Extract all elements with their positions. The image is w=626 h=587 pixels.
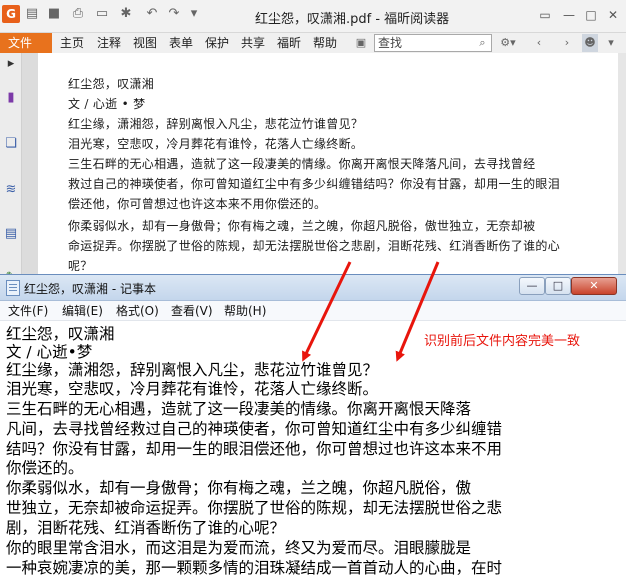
- pdf-text-line: 文 / 心逝 • 梦: [68, 97, 146, 111]
- foxit-reader-window: G ▤ ■ ⎙ ▭ ✱ ↶ ↷ ▾ 红尘怨，叹潇湘.pdf - 福昕阅读器 ▭ …: [0, 0, 626, 290]
- search-icon[interactable]: ⌕: [475, 35, 490, 51]
- back-arrow-icon[interactable]: ‹: [532, 34, 546, 52]
- pdf-text-line: 命运捉弄。你摆脱了世俗的陈规，却无法摆脱世俗之悲剧，泪断花残、红消香断伤了谁的心: [68, 239, 561, 253]
- pdf-text-line: 呢？: [68, 259, 93, 273]
- foxit-left-panel: ▸ ▮ ❏ ≋ ▤ ✎: [0, 53, 22, 290]
- pdf-text-line: 你柔弱似水，却有一身傲骨；你有梅之魂，兰之魄，你超凡脱俗，傲世独立，无奈却被: [68, 219, 536, 233]
- tab-foxit[interactable]: 福昕: [277, 33, 301, 53]
- pdf-text-line: 红尘怨，叹潇湘: [68, 77, 155, 91]
- restore-icon[interactable]: ▭: [536, 6, 554, 24]
- tab-share[interactable]: 共享: [241, 33, 265, 53]
- bookmark-icon[interactable]: ▮: [2, 89, 20, 107]
- tab-form[interactable]: 表单: [169, 33, 193, 53]
- tab-home[interactable]: 主页: [60, 33, 84, 53]
- pdf-text-line: 救过自己的神瑛使者，你可曾知道红尘中有多少纠缠错结吗？你没有甘露，却用一生的眼泪: [68, 177, 561, 191]
- notepad-text-line: 凡间，去寻找曾经救过自己的神瑛使者，你可曾知道红尘中有多少纠缠错: [6, 420, 503, 438]
- save-icon[interactable]: ■: [46, 6, 62, 22]
- pdf-text-line: 偿还他，你可曾想过也许这本来不用你偿还的。: [68, 197, 327, 211]
- notepad-window: 红尘怨，叹潇湘 - 记事本 — □ ✕ 文件(F) 编辑(E) 格式(O) 查看…: [0, 274, 626, 587]
- notepad-text-area[interactable]: 红尘怨，叹潇湘 文 / 心逝•梦 红尘缘，潇湘怨，辞别离恨入凡尘，悲花泣竹谁曾见…: [3, 321, 623, 587]
- pdf-vertical-scrollbar[interactable]: [618, 53, 626, 290]
- desktop: G ▤ ■ ⎙ ▭ ✱ ↶ ↷ ▾ 红尘怨，叹潇湘.pdf - 福昕阅读器 ▭ …: [0, 0, 626, 587]
- notepad-text-line: 泪光寒，空悲叹，冷月葬花有谁怜，花落人亡缘终断。: [6, 380, 379, 398]
- pdf-text-line: 泪光寒，空悲叹，冷月葬花有谁怜，花落人亡缘终断。: [68, 137, 364, 151]
- notepad-window-title: 红尘怨，叹潇湘 - 记事本: [24, 282, 156, 296]
- settings-gear-icon[interactable]: ⚙▾: [497, 34, 519, 52]
- notepad-text-line: 你的眼里常含泪水，而这泪是为爱而流，终又为爱而尽。泪眼朦胧是: [6, 539, 472, 557]
- menu-edit[interactable]: 编辑(E): [62, 301, 103, 321]
- minimize-icon[interactable]: —: [519, 277, 545, 295]
- notepad-title-bar: 红尘怨，叹潇湘 - 记事本 — □ ✕: [0, 275, 626, 301]
- tab-protect[interactable]: 保护: [205, 33, 229, 53]
- notepad-text-line: 剧，泪断花残、红消香断伤了谁的心呢？: [6, 519, 286, 537]
- menu-format[interactable]: 格式(O): [116, 301, 159, 321]
- tab-help[interactable]: 帮助: [313, 33, 337, 53]
- page-gutter: [22, 53, 38, 290]
- pdf-text-line: 红尘缘，潇湘怨，辞别离恨入凡尘，悲花泣竹谁曾见？: [68, 117, 364, 131]
- layers-icon[interactable]: ≋: [2, 181, 20, 199]
- tab-view[interactable]: 视图: [133, 33, 157, 53]
- tab-file[interactable]: 文件: [0, 33, 52, 53]
- close-icon[interactable]: ✕: [604, 6, 622, 24]
- maximize-icon[interactable]: □: [582, 6, 600, 24]
- minimize-icon[interactable]: —: [560, 6, 578, 24]
- foxit-ribbon-tabs: 文件 主页 注释 视图 表单 保护 共享 福昕 帮助 ▣ 查找 ⌕ ⚙▾ ‹ ›…: [0, 33, 626, 53]
- print-icon[interactable]: ⎙: [70, 6, 86, 22]
- user-avatar-icon[interactable]: ☻: [582, 34, 598, 52]
- redo-icon[interactable]: ↷: [166, 6, 182, 22]
- maximize-icon[interactable]: □: [545, 277, 571, 295]
- screen-icon[interactable]: ▭: [94, 6, 110, 22]
- menu-file[interactable]: 文件(F): [8, 301, 48, 321]
- menu-help[interactable]: 帮助(H): [224, 301, 266, 321]
- tab-comment[interactable]: 注释: [97, 33, 121, 53]
- pages-thumbnail-icon[interactable]: ❏: [2, 135, 20, 153]
- notepad-text-line: 红尘怨，叹潇湘: [6, 325, 115, 343]
- foxit-window-title: 红尘怨，叹潇湘.pdf - 福昕阅读器: [255, 12, 450, 27]
- account-dropdown-icon[interactable]: ▾: [604, 34, 618, 52]
- notepad-text-line: 红尘缘，潇湘怨，辞别离恨入凡尘，悲花泣竹谁曾见？: [6, 361, 379, 379]
- foxit-logo-icon: G: [2, 5, 20, 23]
- forward-arrow-icon[interactable]: ›: [560, 34, 574, 52]
- pdf-text-line: 三生石畔的无心相遇，造就了这一段凄美的情缘。你离开离恨天降落凡间，去寻找曾经: [68, 157, 536, 171]
- open-folder-icon[interactable]: ▤: [24, 6, 40, 22]
- menu-view[interactable]: 查看(V): [171, 301, 213, 321]
- pdf-page: 红尘怨，叹潇湘 文 / 心逝 • 梦 红尘缘，潇湘怨，辞别离恨入凡尘，悲花泣竹谁…: [38, 53, 618, 290]
- notepad-app-icon: [6, 280, 20, 296]
- close-button[interactable]: ✕: [571, 277, 617, 295]
- notepad-text-line: 结吗？你没有甘露，却用一生的眼泪偿还他，你可曾想过也许这本来不用: [6, 440, 503, 458]
- search-placeholder: 查找: [378, 36, 403, 50]
- notepad-text-line: 一种哀婉凄凉的美，那一颗颗多情的泪珠凝结成一首首动人的心曲，在时: [6, 559, 503, 577]
- notepad-text-line: 世独立，无奈却被命运捉弄。你摆脱了世俗的陈规，却无法摆脱世俗之悲: [6, 499, 503, 517]
- annotation-label: 识别前后文件内容完美一致: [424, 334, 581, 349]
- search-input[interactable]: 查找 ⌕: [374, 34, 492, 52]
- folder-icon[interactable]: ▣: [352, 34, 370, 52]
- foxit-title-bar: G ▤ ■ ⎙ ▭ ✱ ↶ ↷ ▾ 红尘怨，叹潇湘.pdf - 福昕阅读器 ▭ …: [0, 0, 626, 33]
- new-document-icon[interactable]: ✱: [118, 6, 134, 22]
- notepad-menu-bar: 文件(F) 编辑(E) 格式(O) 查看(V) 帮助(H): [0, 301, 626, 321]
- notepad-text-line: 三生石畔的无心相遇，造就了这一段凄美的情缘。你离开离恨天降落: [6, 400, 472, 418]
- undo-icon[interactable]: ↶: [144, 6, 160, 22]
- comments-panel-icon[interactable]: ▤: [2, 225, 20, 243]
- notepad-text-line: 文 / 心逝•梦: [6, 343, 93, 361]
- expand-panel-icon[interactable]: ▸: [2, 55, 20, 73]
- notepad-text-line: 你柔弱似水，却有一身傲骨；你有梅之魂，兰之魄，你超凡脱俗，傲: [6, 479, 472, 497]
- customize-dropdown-icon[interactable]: ▾: [186, 6, 202, 22]
- notepad-text-line: 你偿还的。: [6, 459, 84, 477]
